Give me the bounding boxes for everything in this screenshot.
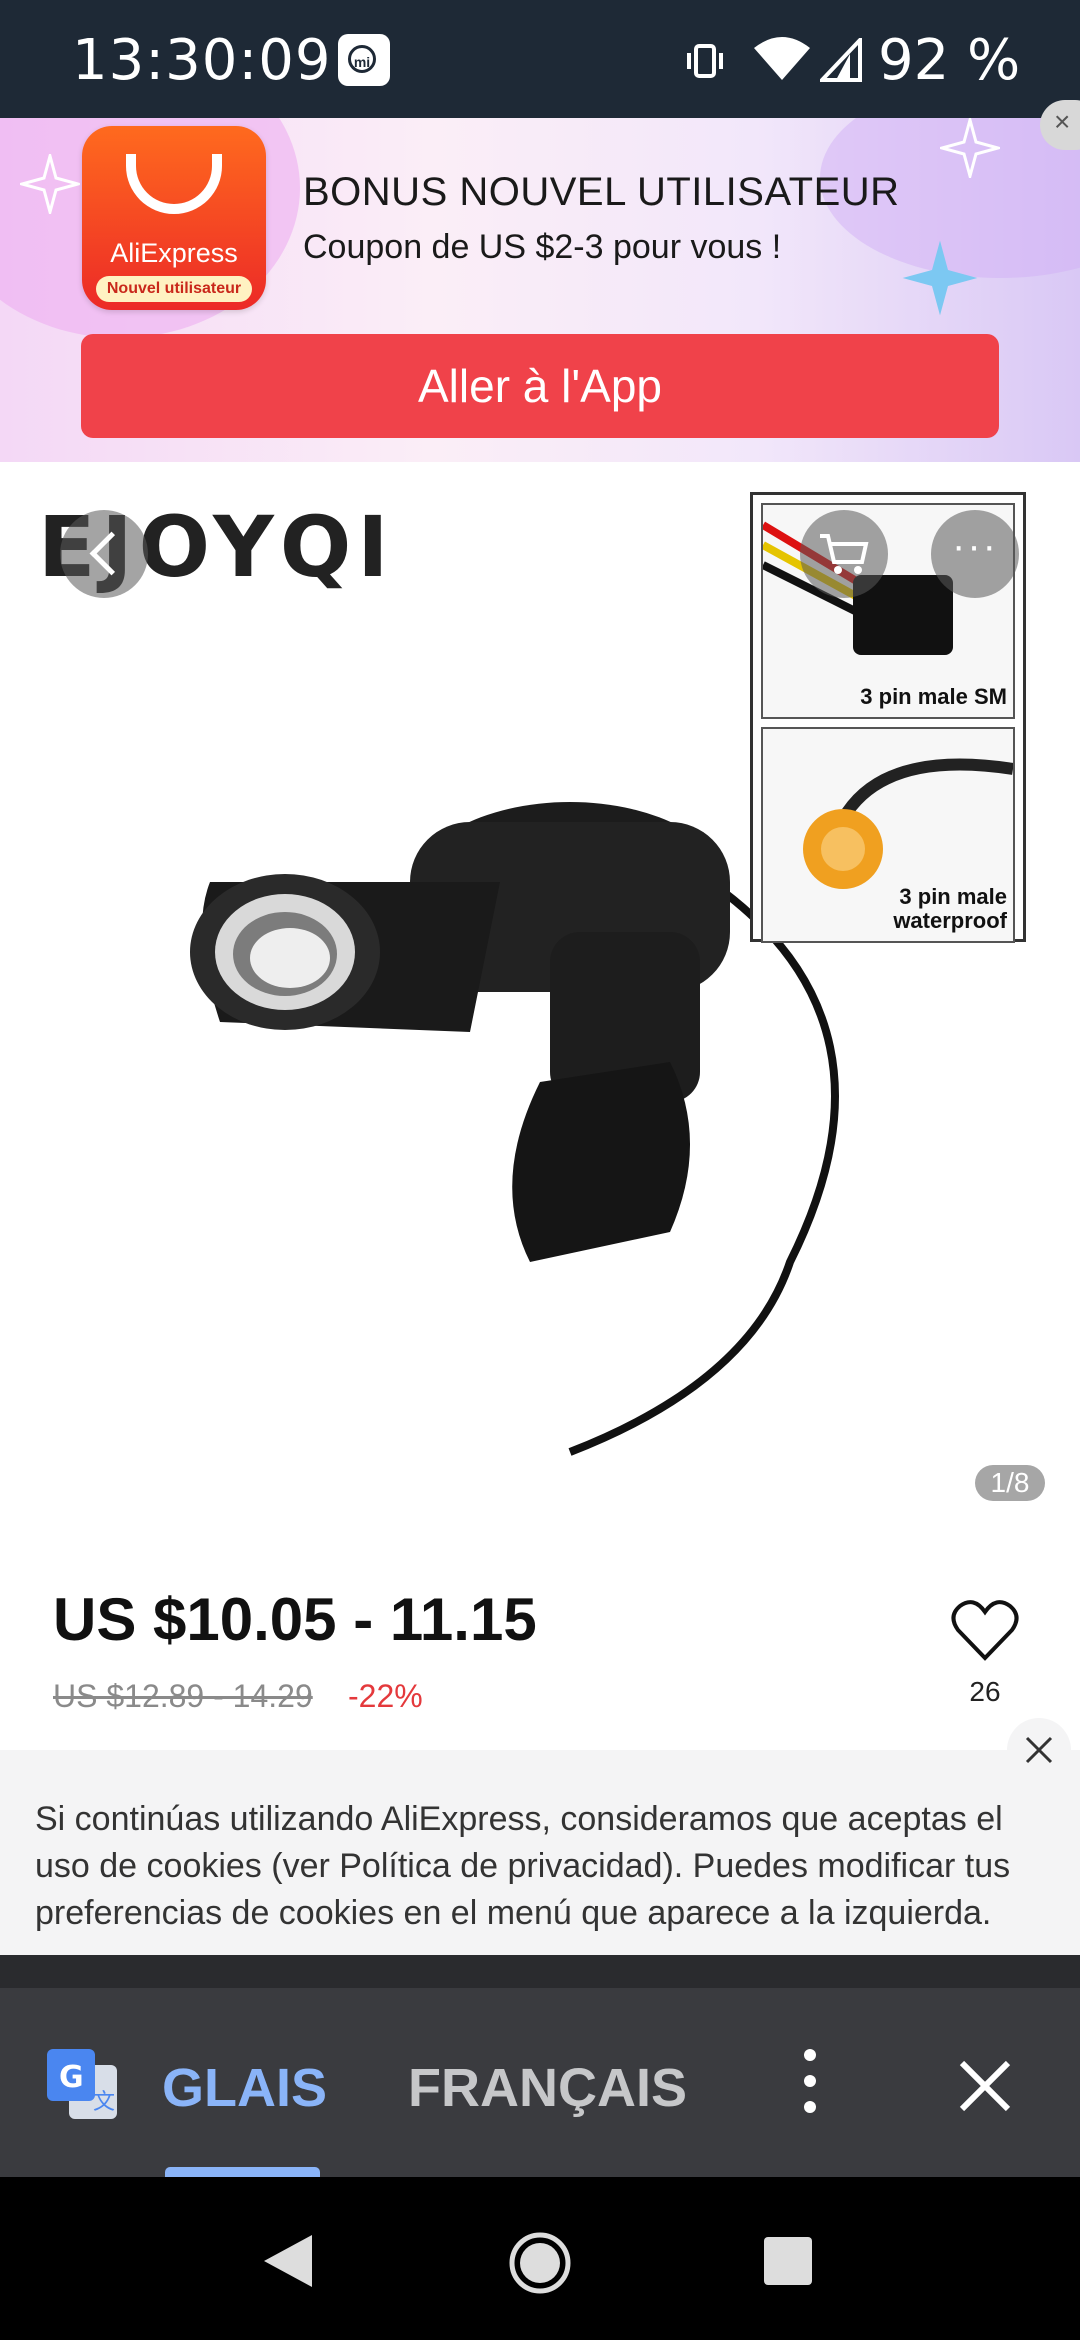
close-icon <box>1025 1736 1053 1764</box>
promo-title: BONUS NOUVEL UTILISATEUR <box>303 170 900 214</box>
current-price: US $10.05 - 11.15 <box>53 1586 537 1653</box>
wishlist-heart-icon[interactable] <box>950 1596 1020 1666</box>
translate-bar-shadow <box>0 1955 1080 1988</box>
svg-text:文: 文 <box>93 2090 115 2115</box>
sparkle-icon <box>902 240 978 316</box>
svg-text:G: G <box>59 2060 84 2095</box>
sparkle-icon <box>20 154 80 214</box>
cart-button[interactable] <box>800 510 888 598</box>
status-time: 13:30:09 <box>72 28 332 93</box>
google-translate-icon: G 文 <box>47 2049 117 2119</box>
app-tag: Nouvel utilisateur <box>96 276 252 302</box>
discount-badge: -22% <box>348 1678 423 1714</box>
active-tab-indicator <box>165 2167 320 2177</box>
vibrate-icon <box>687 44 723 78</box>
cart-icon <box>820 534 869 574</box>
navigation-bar <box>0 2177 1080 2340</box>
status-bar: 13:30:09 92 % <box>0 0 1080 118</box>
more-vert-icon[interactable] <box>790 2041 830 2121</box>
wishlist-count: 26 <box>969 1676 1001 1707</box>
original-price: US $12.89 - 14.29 <box>53 1678 313 1714</box>
promo-subtitle: Coupon de US $2-3 pour vous ! <box>303 228 782 266</box>
home-nav-icon[interactable] <box>508 2231 572 2295</box>
promo-banner: AliExpress Nouvel utilisateur BONUS NOUV… <box>0 118 1080 462</box>
cookie-notice-text: Si continúas utilizando AliExpress, cons… <box>35 1800 1011 1932</box>
recents-nav-icon[interactable] <box>762 2235 814 2287</box>
open-app-button[interactable]: Aller à l'App <box>81 334 999 438</box>
battery-percentage: 92 % <box>878 28 1021 93</box>
image-counter: 1/8 <box>975 1465 1045 1501</box>
mi-icon <box>338 34 390 86</box>
aliexpress-app-icon[interactable]: AliExpress Nouvel utilisateur <box>82 126 266 310</box>
product-photo <box>190 802 839 1456</box>
translate-bar: G 文 GLAIS FRANÇAIS <box>0 1955 1080 2177</box>
app-brand: AliExpress <box>110 238 238 268</box>
target-language-tab[interactable]: FRANÇAIS <box>408 2057 687 2119</box>
product-image-gallery[interactable]: EJOYQI 3 pin male SM 3 pin male waterpro… <box>0 462 1080 1542</box>
sparkle-icon <box>940 118 1000 178</box>
more-options-button[interactable]: ··· <box>931 510 1019 598</box>
inset-top-label: 3 pin male SM <box>860 684 1007 709</box>
signal-icon <box>820 38 862 82</box>
inset-bottom-label: 3 pin male waterproof <box>893 884 1007 933</box>
back-nav-icon[interactable] <box>262 2233 314 2289</box>
back-button[interactable] <box>60 510 148 598</box>
cookie-close-button[interactable] <box>1007 1718 1071 1782</box>
inset-waterproof-connector: 3 pin male waterproof <box>761 727 1015 943</box>
cookie-banner: Si continúas utilizando AliExpress, cons… <box>0 1750 1080 1955</box>
source-language-tab[interactable]: GLAIS <box>162 2057 327 2119</box>
shopping-bag-icon <box>126 154 222 214</box>
wifi-icon <box>754 37 810 80</box>
close-icon[interactable] <box>950 2051 1020 2121</box>
